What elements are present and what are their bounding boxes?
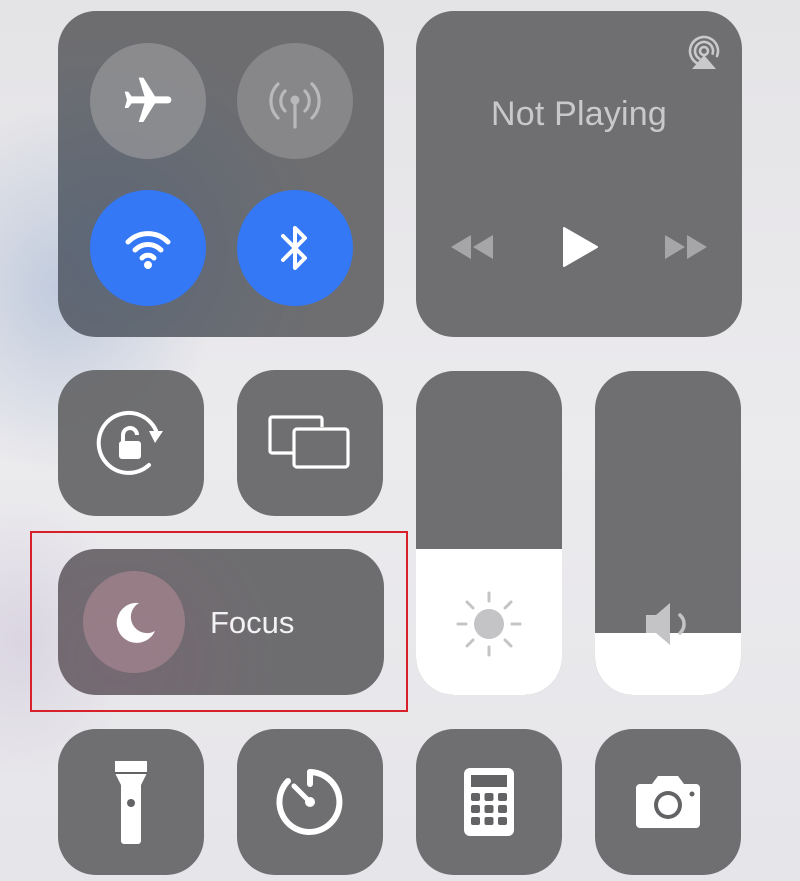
bluetooth-button[interactable] (237, 190, 353, 306)
timer-button[interactable] (237, 729, 383, 875)
calculator-button[interactable] (416, 729, 562, 875)
airplane-mode-button[interactable] (90, 43, 206, 159)
fast-forward-button[interactable] (660, 225, 712, 269)
cellular-data-button[interactable] (237, 43, 353, 159)
now-playing-title: Not Playing (490, 95, 668, 133)
calculator-icon (464, 768, 514, 836)
play-button[interactable] (554, 219, 606, 275)
rotation-lock-icon (96, 410, 163, 475)
connectivity-module (58, 11, 384, 337)
camera-icon (636, 776, 700, 828)
airplay-icon (688, 35, 720, 69)
screen-mirroring-button[interactable] (237, 370, 383, 516)
orientation-lock-button[interactable] (58, 370, 204, 516)
camera-button[interactable] (595, 729, 741, 875)
wifi-icon (125, 231, 171, 269)
fast-forward-icon (665, 235, 707, 259)
rewind-button[interactable] (446, 225, 498, 269)
moon-icon (116, 602, 155, 643)
screen-mirroring-icon (268, 415, 350, 469)
airplay-button[interactable] (684, 33, 724, 73)
flashlight-icon (115, 761, 147, 844)
volume-slider[interactable] (595, 371, 741, 695)
airplane-icon (124, 77, 172, 122)
flashlight-button[interactable] (58, 729, 204, 875)
sun-icon (456, 591, 522, 657)
focus-icon-circle (83, 571, 185, 673)
focus-label: Focus (210, 605, 295, 640)
wifi-button[interactable] (90, 190, 206, 306)
bluetooth-icon (281, 226, 307, 270)
cellular-antenna-icon (269, 82, 321, 129)
rewind-icon (451, 235, 493, 259)
focus-button[interactable]: Focus (58, 549, 384, 695)
now-playing-module[interactable]: Not Playing (416, 11, 742, 337)
timer-icon (276, 769, 343, 835)
brightness-slider[interactable] (416, 371, 562, 695)
play-icon (563, 227, 598, 267)
speaker-icon (646, 603, 686, 645)
